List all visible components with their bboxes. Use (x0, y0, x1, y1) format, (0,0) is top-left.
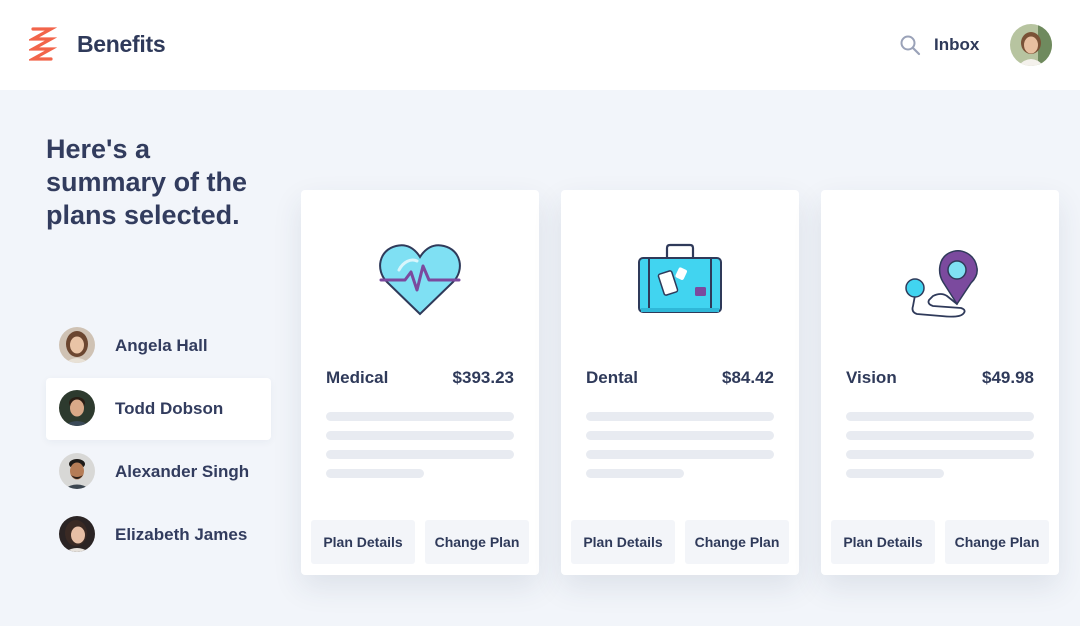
suitcase-icon (638, 243, 722, 313)
person-name: Elizabeth James (115, 525, 248, 544)
person-item-elizabeth-james[interactable]: Elizabeth James (46, 504, 271, 566)
person-item-angela-hall[interactable]: Angela Hall (46, 315, 271, 377)
map-pin-icon (905, 250, 978, 318)
avatar (59, 327, 95, 363)
user-avatar-image (1010, 24, 1052, 66)
change-plan-button[interactable]: Change Plan (945, 520, 1049, 564)
people-list: Angela Hall Todd Dobson Alexander Singh (46, 315, 271, 566)
avatar (59, 390, 95, 426)
person-name: Angela Hall (115, 336, 208, 355)
plan-card-vision: Vision $49.98 Plan Details Change Plan (821, 190, 1059, 575)
placeholder-line (586, 469, 684, 478)
plan-name: Vision (846, 368, 897, 387)
search-icon[interactable] (899, 34, 921, 56)
avatar (59, 516, 95, 552)
plan-name: Medical (326, 368, 389, 387)
placeholder-line (326, 450, 514, 459)
placeholder-line (326, 412, 514, 421)
placeholder-line (846, 431, 1034, 440)
inbox-link[interactable]: Inbox (934, 35, 979, 55)
person-name: Todd Dobson (115, 399, 224, 418)
person-item-todd-dobson[interactable]: Todd Dobson (46, 378, 271, 440)
avatar (59, 453, 95, 489)
heart-pulse-icon (379, 244, 461, 316)
plan-price: $393.23 (452, 368, 514, 387)
app-title: Benefits (77, 31, 166, 57)
page-headline: Here's a summary of the plans selected. (46, 134, 248, 230)
user-avatar[interactable] (1010, 24, 1052, 66)
plan-card-medical: Medical $393.23 Plan Details Change Plan (301, 190, 539, 575)
change-plan-button[interactable]: Change Plan (685, 520, 789, 564)
placeholder-line (846, 450, 1034, 459)
person-item-alexander-singh[interactable]: Alexander Singh (46, 441, 271, 503)
person-name: Alexander Singh (115, 462, 250, 481)
placeholder-line (586, 431, 774, 440)
placeholder-line (326, 431, 514, 440)
app-header: Benefits Inbox (0, 0, 1080, 90)
plan-details-button[interactable]: Plan Details (571, 520, 675, 564)
placeholder-line (326, 469, 424, 478)
placeholder-line (846, 469, 944, 478)
placeholder-line (846, 412, 1034, 421)
plan-card-dental: Dental $84.42 Plan Details Change Plan (561, 190, 799, 575)
plan-name: Dental (586, 368, 638, 387)
placeholder-line (586, 450, 774, 459)
plan-price: $49.98 (982, 368, 1034, 387)
placeholder-line (586, 412, 774, 421)
plan-price: $84.42 (722, 368, 774, 387)
plan-details-button[interactable]: Plan Details (311, 520, 415, 564)
change-plan-button[interactable]: Change Plan (425, 520, 529, 564)
brand-logo-icon[interactable] (29, 25, 57, 65)
plan-details-button[interactable]: Plan Details (831, 520, 935, 564)
